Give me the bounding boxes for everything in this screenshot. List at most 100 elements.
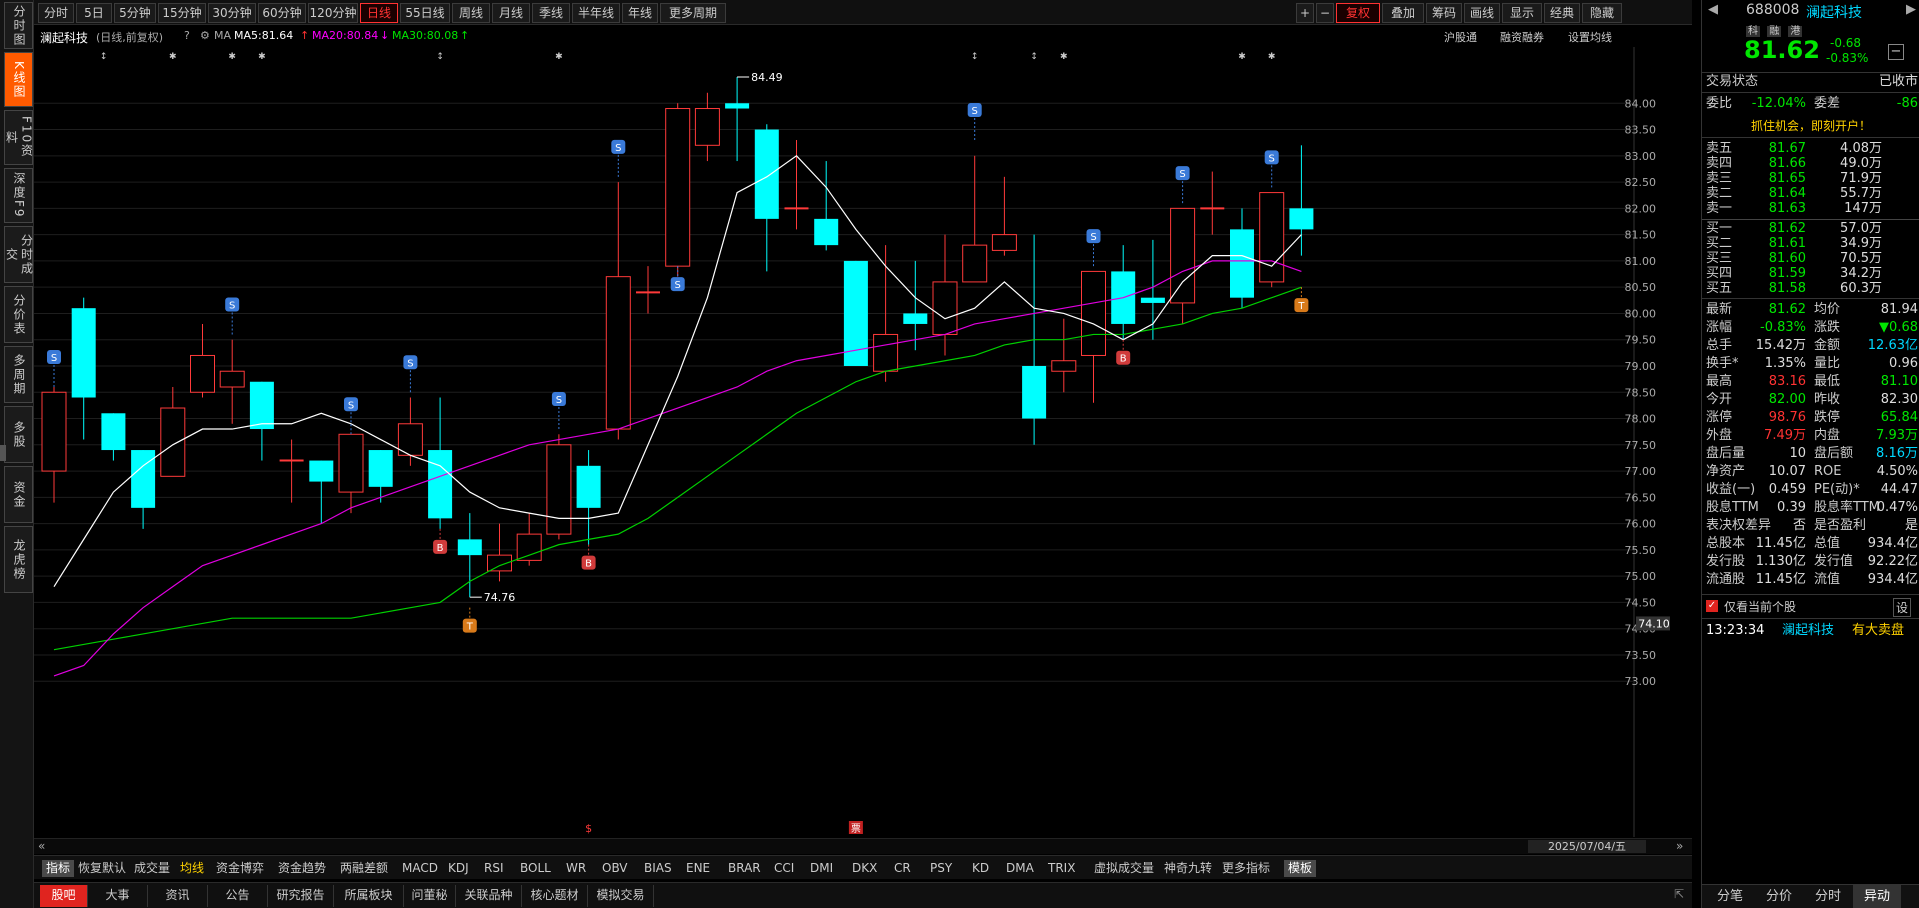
left-nav-4[interactable]: 分时成交 bbox=[4, 226, 34, 283]
indicator-25[interactable]: 神奇九转 bbox=[1164, 860, 1212, 877]
indicator-19[interactable]: CR bbox=[894, 860, 911, 877]
indicator-9[interactable]: RSI bbox=[484, 860, 504, 877]
indicator-22[interactable]: DMA bbox=[1006, 860, 1034, 877]
toolbar-right-8[interactable]: 隐藏 bbox=[1582, 3, 1622, 23]
indicator-20[interactable]: PSY bbox=[930, 860, 952, 877]
left-nav-0[interactable]: 分时图 bbox=[4, 2, 33, 49]
period-7[interactable]: 日线 bbox=[360, 3, 398, 23]
gear-icon[interactable]: ⚙ bbox=[200, 29, 210, 42]
prev-stock-icon[interactable]: ◀ bbox=[1708, 2, 1718, 17]
period-0[interactable]: 分时 bbox=[38, 3, 74, 23]
scroll-left-icon[interactable]: « bbox=[38, 839, 45, 853]
indicator-12[interactable]: OBV bbox=[602, 860, 628, 877]
period-3[interactable]: 15分钟 bbox=[158, 3, 206, 23]
indicator-17[interactable]: DMI bbox=[810, 860, 833, 877]
indicator-11[interactable]: WR bbox=[566, 860, 586, 877]
indicator-27[interactable]: 模板 bbox=[1284, 860, 1317, 877]
bottom-tab-5[interactable]: 所属板块 bbox=[334, 885, 404, 907]
left-nav-6[interactable]: 多周期 bbox=[4, 346, 33, 403]
indicator-26[interactable]: 更多指标 bbox=[1222, 860, 1270, 877]
indicator-21[interactable]: KD bbox=[972, 860, 989, 877]
period-14[interactable]: 更多周期 bbox=[660, 3, 726, 23]
period-5[interactable]: 60分钟 bbox=[258, 3, 306, 23]
expand-icon[interactable]: ⇱ bbox=[1674, 887, 1684, 901]
bottom-tab-9[interactable]: 模拟交易 bbox=[588, 885, 654, 907]
left-nav-5[interactable]: 分价表 bbox=[4, 286, 33, 343]
toolbar-right-1[interactable]: − bbox=[1316, 3, 1334, 23]
period-6[interactable]: 120分钟 bbox=[308, 3, 358, 23]
indicator-23[interactable]: TRIX bbox=[1048, 860, 1075, 877]
period-2[interactable]: 5分钟 bbox=[114, 3, 156, 23]
link-ma-settings[interactable]: 设置均线 bbox=[1568, 29, 1612, 45]
candle bbox=[1051, 318, 1077, 393]
toolbar-right-0[interactable]: + bbox=[1296, 3, 1314, 23]
period-10[interactable]: 月线 bbox=[492, 3, 530, 23]
indicator-2[interactable]: 成交量 bbox=[134, 860, 170, 877]
next-stock-icon[interactable]: ▶ bbox=[1906, 2, 1916, 17]
bottom-tab-2[interactable]: 资讯 bbox=[148, 885, 208, 907]
link-margin[interactable]: 融资融券 bbox=[1500, 29, 1544, 45]
candle bbox=[1111, 245, 1136, 340]
bottom-tab-8[interactable]: 核心题材 bbox=[522, 885, 588, 907]
right-tab-1[interactable]: 分价 bbox=[1755, 885, 1803, 908]
stat-value-b: 7.93万 bbox=[1876, 428, 1918, 443]
buy-row-2: 买三 81.60 70.5万 bbox=[1706, 251, 1918, 266]
toolbar-right-2[interactable]: 复权 bbox=[1336, 3, 1380, 23]
collapse-handle[interactable] bbox=[0, 445, 6, 461]
period-4[interactable]: 30分钟 bbox=[208, 3, 256, 23]
indicator-16[interactable]: CCI bbox=[774, 860, 794, 877]
alert-row[interactable]: 13:23:34 澜起科技 有大卖盘 bbox=[1706, 622, 1918, 640]
period-12[interactable]: 半年线 bbox=[572, 3, 620, 23]
indicator-3[interactable]: 均线 bbox=[180, 860, 204, 877]
indicator-10[interactable]: BOLL bbox=[520, 860, 551, 877]
stat-value-b: 92.22亿 bbox=[1867, 554, 1918, 569]
left-nav-7[interactable]: 多股 bbox=[4, 406, 33, 463]
toolbar-right-7[interactable]: 经典 bbox=[1544, 3, 1580, 23]
period-8[interactable]: 55日线 bbox=[400, 3, 450, 23]
indicator-5[interactable]: 资金趋势 bbox=[278, 860, 326, 877]
right-tab-2[interactable]: 分时 bbox=[1804, 885, 1852, 908]
bottom-tab-4[interactable]: 研究报告 bbox=[268, 885, 334, 907]
indicator-4[interactable]: 资金博弈 bbox=[216, 860, 264, 877]
checkbox-icon[interactable]: ✓ bbox=[1706, 600, 1718, 612]
bottom-tab-3[interactable]: 公告 bbox=[208, 885, 268, 907]
toolbar-right-4[interactable]: 筹码 bbox=[1426, 3, 1462, 23]
toolbar-right-3[interactable]: 叠加 bbox=[1382, 3, 1424, 23]
chart-scrollbar[interactable]: « 2025/07/04/五 » bbox=[34, 838, 1692, 854]
indicator-7[interactable]: MACD bbox=[402, 860, 438, 877]
promo-link[interactable]: 抓住机会，即刻开户！ bbox=[1702, 117, 1919, 134]
indicator-6[interactable]: 两融差额 bbox=[340, 860, 388, 877]
period-11[interactable]: 季线 bbox=[532, 3, 570, 23]
left-nav-2[interactable]: F10资料 bbox=[4, 110, 34, 165]
bottom-tab-6[interactable]: 问董秘 bbox=[404, 885, 456, 907]
indicator-24[interactable]: 虚拟成交量 bbox=[1094, 860, 1154, 877]
bottom-tab-1[interactable]: 大事 bbox=[88, 885, 148, 907]
toolbar-right-5[interactable]: 画线 bbox=[1464, 3, 1500, 23]
right-tab-3[interactable]: 异动 bbox=[1853, 885, 1901, 908]
left-nav-3[interactable]: 深度F9 bbox=[4, 168, 33, 223]
indicator-15[interactable]: BRAR bbox=[728, 860, 761, 877]
right-tab-0[interactable]: 分笔 bbox=[1706, 885, 1754, 908]
candle-body bbox=[338, 433, 364, 493]
period-1[interactable]: 5日 bbox=[76, 3, 112, 23]
scroll-right-icon[interactable]: » bbox=[1676, 839, 1683, 853]
indicator-14[interactable]: ENE bbox=[686, 860, 710, 877]
indicator-8[interactable]: KDJ bbox=[448, 860, 469, 877]
left-nav-1[interactable]: K线图 bbox=[4, 52, 33, 107]
left-nav-9[interactable]: 龙虎榜 bbox=[4, 526, 33, 593]
kline-chart[interactable]: 84.00 83.50 83.00 82.50 82.00 81.50 81.00 80.50… bbox=[34, 47, 1692, 838]
minimize-icon[interactable]: − bbox=[1888, 44, 1904, 60]
indicator-13[interactable]: BIAS bbox=[644, 860, 672, 877]
settings-button[interactable]: 设 bbox=[1892, 598, 1911, 617]
help-icon[interactable]: ? bbox=[184, 29, 190, 42]
indicator-18[interactable]: DKX bbox=[852, 860, 877, 877]
indicator-1[interactable]: 恢复默认 bbox=[78, 860, 126, 877]
period-13[interactable]: 年线 bbox=[622, 3, 658, 23]
toolbar-right-6[interactable]: 显示 bbox=[1502, 3, 1542, 23]
indicator-0[interactable]: 指标 bbox=[42, 860, 75, 877]
bottom-tab-7[interactable]: 关联品种 bbox=[456, 885, 522, 907]
period-9[interactable]: 周线 bbox=[452, 3, 490, 23]
bottom-tab-0[interactable]: 股吧 bbox=[40, 885, 88, 907]
link-hgt[interactable]: 沪股通 bbox=[1444, 29, 1477, 45]
left-nav-8[interactable]: 资金 bbox=[4, 466, 33, 523]
